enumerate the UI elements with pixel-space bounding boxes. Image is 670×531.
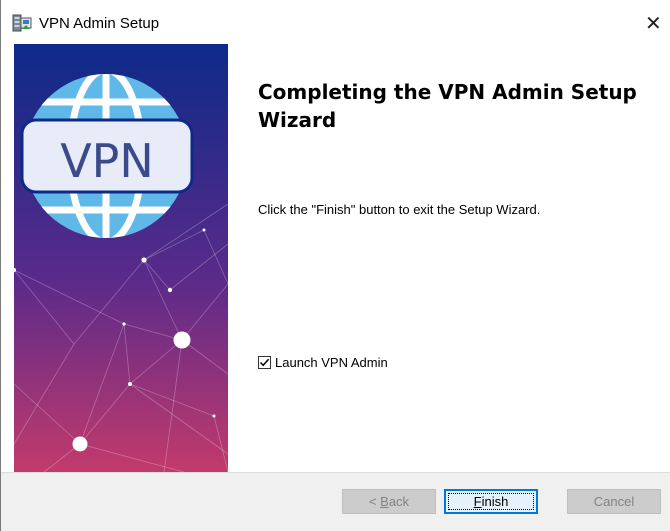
installer-app-icon (12, 13, 32, 33)
page-title: Completing the VPN Admin Setup Wizard (258, 80, 637, 132)
focus-rectangle (448, 493, 534, 510)
close-button[interactable]: ✕ (645, 6, 670, 40)
window-title: VPN Admin Setup (39, 15, 160, 32)
wizard-banner: VPN (14, 44, 228, 472)
launch-checkbox[interactable] (258, 356, 271, 369)
cancel-button[interactable]: Cancel (567, 489, 661, 514)
back-label-rest: ack (388, 494, 410, 509)
back-label-mnemonic: B (380, 494, 389, 509)
wizard-content: Completing the VPN Admin Setup Wizard Cl… (228, 44, 670, 472)
vpn-banner-graphic: VPN (14, 44, 228, 472)
checkmark-icon (259, 358, 270, 367)
launch-option[interactable]: Launch VPN Admin (258, 355, 388, 370)
title-bar[interactable]: VPN Admin Setup ✕ (1, 0, 670, 44)
vpn-badge: VPN (20, 118, 194, 194)
cancel-label: Cancel (593, 494, 635, 509)
finish-button[interactable]: Finish (444, 489, 538, 514)
button-bar: < Back Finish Cancel (1, 473, 670, 531)
launch-checkbox-label: Launch VPN Admin (275, 355, 388, 370)
close-icon: ✕ (645, 11, 662, 35)
setup-window: VPN Admin Setup ✕ VPN Completing the VPN… (0, 0, 670, 531)
vpn-logo-text: VPN (60, 134, 154, 188)
back-button[interactable]: < Back (342, 489, 436, 514)
back-label-prefix: < (368, 494, 381, 509)
wizard-description: Click the "Finish" button to exit the Se… (258, 202, 541, 217)
